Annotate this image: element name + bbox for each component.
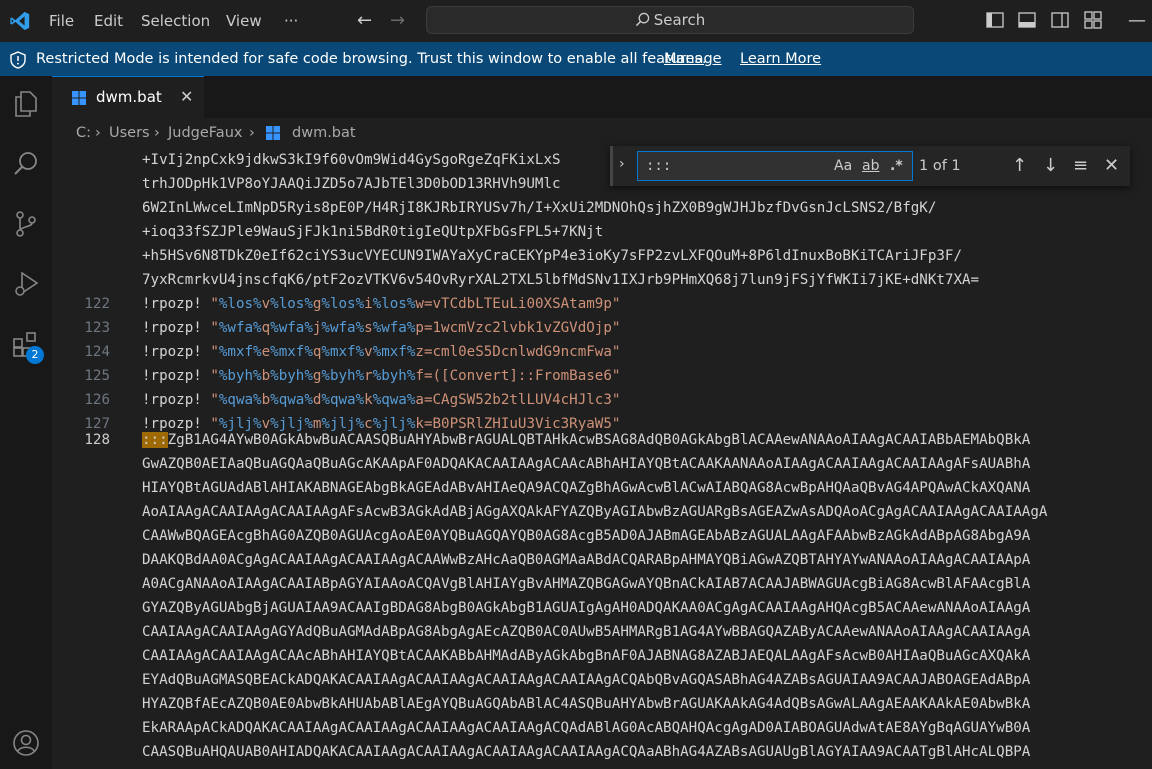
menu-file[interactable]: File	[49, 0, 74, 42]
code-line: 123 !rpozp! "%wfa%q%wfa%j%wfa%s%wfa%p=1wc…	[84, 320, 621, 336]
tab-label: dwm.bat	[96, 88, 162, 106]
wrapped-line: EkARAApACkADQAKACAAIAAgACAAIAAgACAAIAAgA…	[142, 720, 1031, 736]
wrapped-line: CAAIAAgACAAIAAgAGYAdQBuAGMAdABpAG8AbgAgA…	[142, 624, 1031, 640]
close-tab-icon[interactable]: ✕	[180, 77, 193, 117]
run-debug-icon[interactable]	[11, 269, 41, 299]
code-line-current: 128:::ZgB1AG4AYwB0AGkAbwBuACAASQBuAHYAbw…	[84, 432, 1031, 448]
toggle-secondary-sidebar-icon[interactable]	[1051, 11, 1069, 29]
shield-icon	[10, 51, 26, 69]
vscode-logo-icon	[10, 11, 30, 31]
windows-batch-file-icon	[72, 91, 86, 105]
chevron-right-icon: ›	[154, 125, 160, 141]
title-bar: File Edit Selection View ··· ← → Search …	[0, 0, 1152, 42]
match-count: 1 of 1	[919, 158, 961, 174]
find-input-value: :::	[646, 158, 672, 174]
match-case-icon[interactable]: Aa	[834, 152, 852, 180]
close-find-icon[interactable]: ✕	[1104, 146, 1119, 186]
banner-message: Restricted Mode is intended for safe cod…	[36, 51, 707, 67]
search-label: Search	[653, 11, 706, 29]
manage-link[interactable]: Manage	[664, 42, 722, 76]
next-match-icon[interactable]: ↓	[1043, 146, 1058, 186]
wrapped-line: GYAZQByAGUAbgBjAGUAIAA9ACAAIgBDAG8AbgB0A…	[142, 600, 1031, 616]
source-control-icon[interactable]	[11, 209, 41, 239]
account-icon[interactable]	[11, 728, 41, 758]
search-icon	[635, 12, 649, 27]
wrapped-line: GwAZQB0AEIAaQBuAGQAaQBuAGcAKAApAF0ADQAKA…	[142, 456, 1031, 472]
find-input[interactable]: ::: Aa ab .*	[637, 151, 913, 181]
search-match-highlight: :::	[142, 432, 168, 448]
wrapped-line: +ioq33fSZJPle9WauSjFJk1ni5BdR0tigIeQUtpX…	[142, 224, 604, 240]
breadcrumb-users[interactable]: Users	[109, 118, 150, 148]
wrapped-line: 7yxRcmrkvU4jnscfqK6/ptF2ozVTKV6v54OvRyrX…	[142, 272, 980, 288]
tab-bar: dwm.bat ✕	[52, 76, 1152, 118]
wrapped-line: CAAIAAgACAAIAAgACAAcABhAHIAYQBtACAAKABbA…	[142, 648, 1031, 664]
find-widget: › ::: Aa ab .* 1 of 1 ↑ ↓ ≡ ✕	[610, 146, 1130, 186]
menu-selection[interactable]: Selection	[141, 0, 210, 42]
code-line: 126 !rpozp! "%qwa%b%qwa%d%qwa%k%qwa%a=CAg…	[84, 392, 621, 408]
toggle-primary-sidebar-icon[interactable]	[986, 11, 1004, 29]
extensions-badge: 2	[26, 346, 44, 364]
previous-match-icon[interactable]: ↑	[1012, 146, 1027, 186]
command-center-search[interactable]: Search	[426, 6, 914, 34]
windows-batch-file-icon	[265, 125, 281, 141]
menu-edit[interactable]: Edit	[94, 0, 123, 42]
forward-arrow-icon[interactable]: →	[390, 10, 405, 31]
wrapped-line: HYAZQBfAEcAZQB0AE0AbwBkAHUAbABlAEgAYQBuA…	[142, 696, 1031, 712]
match-whole-word-icon[interactable]: ab	[862, 152, 879, 180]
wrapped-line: AoAIAAgACAAIAAgACAAIAAgAFsAcwB3AGkAdABjA…	[142, 504, 1048, 520]
wrapped-line: CAAWwBQAGEAcgBhAG0AZQB0AGUAcgAoAE0AYQBuA…	[142, 528, 1031, 544]
breadcrumb-judgefaux[interactable]: JudgeFaux	[168, 118, 242, 148]
chevron-right-icon: ›	[95, 125, 101, 141]
code-line: 125 !rpozp! "%byh%b%byh%g%byh%r%byh%f=([C…	[84, 368, 621, 384]
menu-more[interactable]: ···	[284, 0, 298, 42]
wrapped-line: 6W2InLWwceLImNpD5Ryis8pE0P/H4RjI8KJRbIRY…	[142, 200, 937, 216]
wrapped-line: +h5HSv6N8TDkZ0eIf62ciYS3ucVYECUN9IWAYaXy…	[142, 248, 962, 264]
minimize-icon[interactable]: —	[1128, 10, 1146, 31]
wrapped-line: A0ACgANAAoAIAAgACAAIABpAGYAIAAoACQAVgBlA…	[142, 576, 1031, 592]
breadcrumb: C: › Users › JudgeFaux › dwm.bat	[52, 118, 1152, 148]
tab-dwm-bat[interactable]: dwm.bat ✕	[52, 76, 204, 118]
wrapped-line: DAAKQBdAA0ACgAgACAAIAAgACAAIAAgACAAWwBzA…	[142, 552, 1031, 568]
activity-bar: 2	[0, 76, 52, 769]
learn-more-link[interactable]: Learn More	[740, 42, 821, 76]
search-activity-icon[interactable]	[11, 149, 41, 179]
code-line: 124 !rpozp! "%mxf%e%mxf%q%mxf%v%mxf%z=cml…	[84, 344, 621, 360]
back-arrow-icon[interactable]: ←	[357, 10, 372, 31]
use-regex-icon[interactable]: .*	[890, 152, 903, 180]
toggle-replace-chevron-icon[interactable]: ›	[619, 156, 625, 172]
breadcrumb-drive[interactable]: C:	[76, 118, 91, 148]
explorer-icon[interactable]	[11, 89, 41, 119]
chevron-right-icon: ›	[249, 125, 255, 141]
find-in-selection-icon[interactable]: ≡	[1073, 146, 1088, 186]
wrapped-line: EYAdQBuAGMASQBEACkADQAKACAAIAAgACAAIAAgA…	[142, 672, 1031, 688]
wrapped-line: HIAYQBtAGUAdABlAHIAKABNAGEAbgBkAGEAdABvA…	[142, 480, 1031, 496]
editor[interactable]: +IvIj2npCxk9jdkwS3kI9f60vOm9Wid4GySgoRge…	[52, 148, 1152, 769]
breadcrumb-file[interactable]: dwm.bat	[292, 118, 356, 148]
toggle-panel-icon[interactable]	[1018, 11, 1036, 29]
restricted-mode-banner: Restricted Mode is intended for safe cod…	[0, 42, 1152, 76]
wrapped-line: CAASQBuAHQAUAB0AHIADQAKACAAIAAgACAAIAAgA…	[142, 744, 1031, 760]
customize-layout-icon[interactable]	[1084, 11, 1102, 29]
code-line: 122 !rpozp! "%los%v%los%g%los%i%los%w=vTC…	[84, 296, 621, 312]
menu-view[interactable]: View	[226, 0, 262, 42]
